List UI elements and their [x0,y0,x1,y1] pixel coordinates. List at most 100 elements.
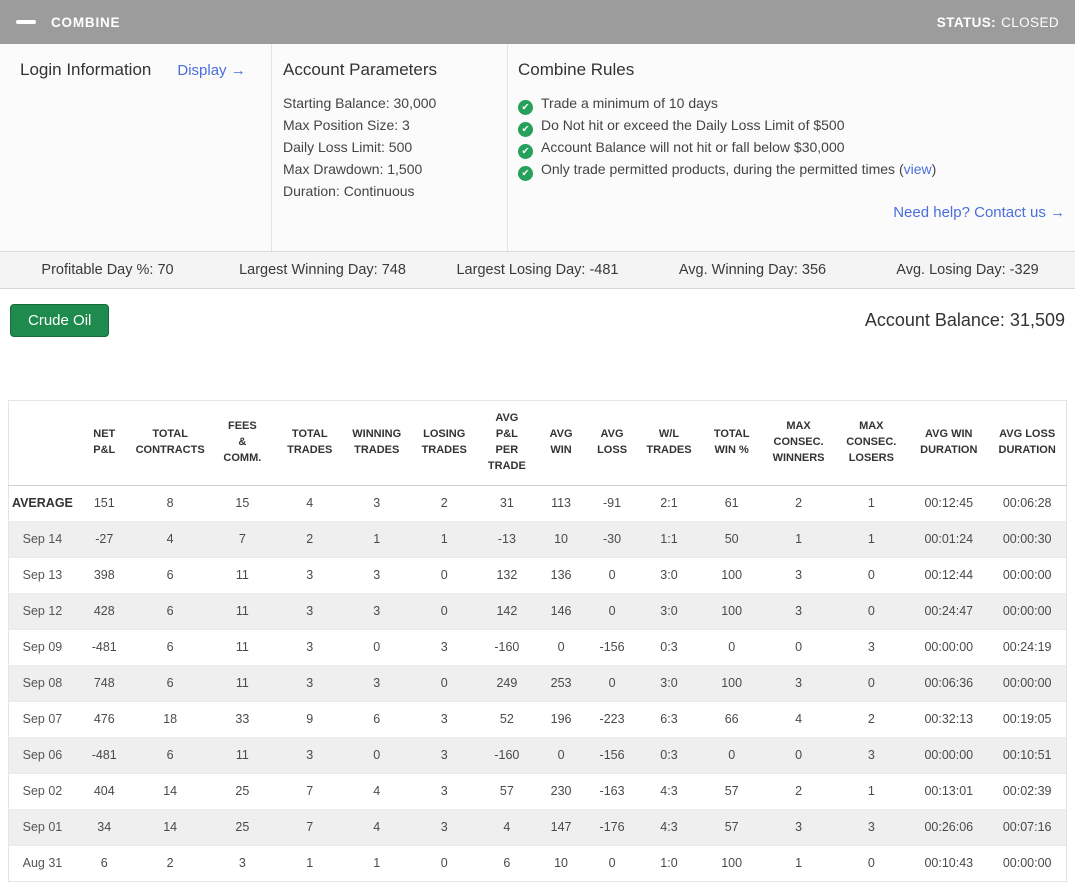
table-cell: 748 [75,664,133,702]
info-panel: Login Information Display → Account Para… [0,44,1075,252]
table-cell: 0 [410,664,478,702]
parameter-line: Starting Balance: 30,000 [283,95,437,111]
column-header: AVG LOSS [585,400,639,486]
table-cell: 4 [342,772,411,810]
table-cell: 3 [410,700,478,738]
table-cell: 33 [207,700,278,738]
table-cell: 3 [410,628,478,666]
table-row: Sep 13 398 6 11 3 3 0 132 136 0 3:0 100 3 0 00:12:44 00… [8,556,1067,594]
stats-bar: Profitable Day %: 70 Largest Winning Day:… [0,252,1075,289]
table-cell: 253 [536,664,586,702]
check-icon: ✔ [518,144,533,159]
table-cell: 4:3 [638,808,700,846]
table-cell: 2 [763,772,834,810]
table-cell: 3:0 [638,592,700,630]
table-cell: 6 [342,700,411,738]
table-cell: 9 [277,700,343,738]
titlebar-left: COMBINE [16,15,120,30]
status-value: CLOSED [1001,14,1059,30]
table-cell: 1 [342,520,411,558]
table-cell: 100 [699,556,764,594]
table-cell: 00:02:39 [988,772,1067,810]
table-cell: 2 [277,520,343,558]
table-cell: 1 [763,844,834,882]
table-cell: 00:00:00 [909,736,989,774]
table-cell: 2 [132,844,208,882]
table-cell: 00:24:47 [909,592,989,630]
parameter-line: Max Drawdown: 1,500 [283,161,423,177]
minimize-icon[interactable] [16,20,36,24]
account-parameters-list: Starting Balance: 30,000 Max Position Siz… [283,92,507,202]
rule-text: Do Not hit or exceed the Daily Loss Limi… [541,117,845,133]
column-header: NET P&L [75,400,133,486]
table-cell: 10 [536,844,586,882]
parameter-line: Max Position Size: 3 [283,117,410,133]
column-header: W/L TRADES [638,400,700,486]
table-cell: 6 [132,736,208,774]
view-link[interactable]: view [904,161,932,177]
stat-item: Avg. Winning Day: 356 [678,262,827,278]
table-cell: -156 [585,736,639,774]
table-row: Sep 01 34 14 25 7 4 3 4 147 -176 4:3 57 3 3 00:26:06 00… [8,808,1067,846]
display-link[interactable]: Display → [177,62,245,79]
column-header: MAX CONSEC. WINNERS [763,400,834,486]
table-cell: 0 [585,664,639,702]
table-cell: 1 [833,520,910,558]
table-cell: 151 [75,484,133,522]
table-cell: 132 [477,556,537,594]
table-cell: 2:1 [638,484,700,522]
table-cell: 00:32:13 [909,700,989,738]
table-cell: 3 [410,736,478,774]
table-cell: 25 [207,808,278,846]
column-header: AVG WIN DURATION [909,400,989,486]
table-row: Sep 06 -481 6 11 3 0 3 -160 0 -156 0:3 0 0 3 00:00:00 0… [8,736,1067,774]
table-cell: 1 [410,520,478,558]
row-label: Sep 06 [8,736,76,774]
table-cell: 7 [207,520,278,558]
table-cell: 3:0 [638,556,700,594]
table-cell: 00:07:16 [988,808,1067,846]
table-cell: 1:1 [638,520,700,558]
column-header: TOTAL CONTRACTS [132,400,208,486]
table-cell: 3:0 [638,664,700,702]
table-cell: 0 [342,736,411,774]
login-information-section: Login Information Display → [0,44,272,251]
table-cell: 50 [699,520,764,558]
table-cell: 31 [477,484,537,522]
table-cell: 3 [277,628,343,666]
stat-item: Profitable Day %: 70 [41,262,174,278]
table-cell: -176 [585,808,639,846]
column-header: MAX CONSEC. LOSERS [833,400,910,486]
table-cell: 4 [342,808,411,846]
row-label: Sep 02 [8,772,76,810]
table-cell: 3 [342,484,411,522]
table-cell: 3 [833,736,910,774]
crude-oil-button[interactable]: Crude Oil [10,304,110,337]
table-cell: 00:26:06 [909,808,989,846]
product-row: Crude Oil Account Balance: 31,509 [0,289,1075,400]
rule-item: ✔ Account Balance will not hit or fall be… [518,137,1067,159]
table-cell: 2 [410,484,478,522]
table-cell: 00:00:00 [988,556,1067,594]
table-cell: 66 [699,700,764,738]
stat-item: Avg. Losing Day: -329 [896,262,1039,278]
check-icon: ✔ [518,100,533,115]
table-cell: 0 [833,844,910,882]
table-cell: 00:24:19 [988,628,1067,666]
table-cell: 18 [132,700,208,738]
table-cell: 3 [833,808,910,846]
table-cell: 146 [536,592,586,630]
table-cell: 00:10:51 [988,736,1067,774]
combine-rules-section: Combine Rules ✔ Trade a minimum of 10 day… [508,44,1075,251]
table-cell: 3 [277,736,343,774]
table-cell: 100 [699,844,764,882]
check-icon: ✔ [518,122,533,137]
table-cell: 00:00:00 [988,664,1067,702]
contact-us-link[interactable]: Need help? Contact us → [893,204,1065,221]
row-label: Sep 12 [8,592,76,630]
table-cell: 7 [277,808,343,846]
row-label: Sep 14 [8,520,76,558]
table-cell: 0 [536,628,586,666]
table-cell: 11 [207,592,278,630]
table-cell: -13 [477,520,537,558]
